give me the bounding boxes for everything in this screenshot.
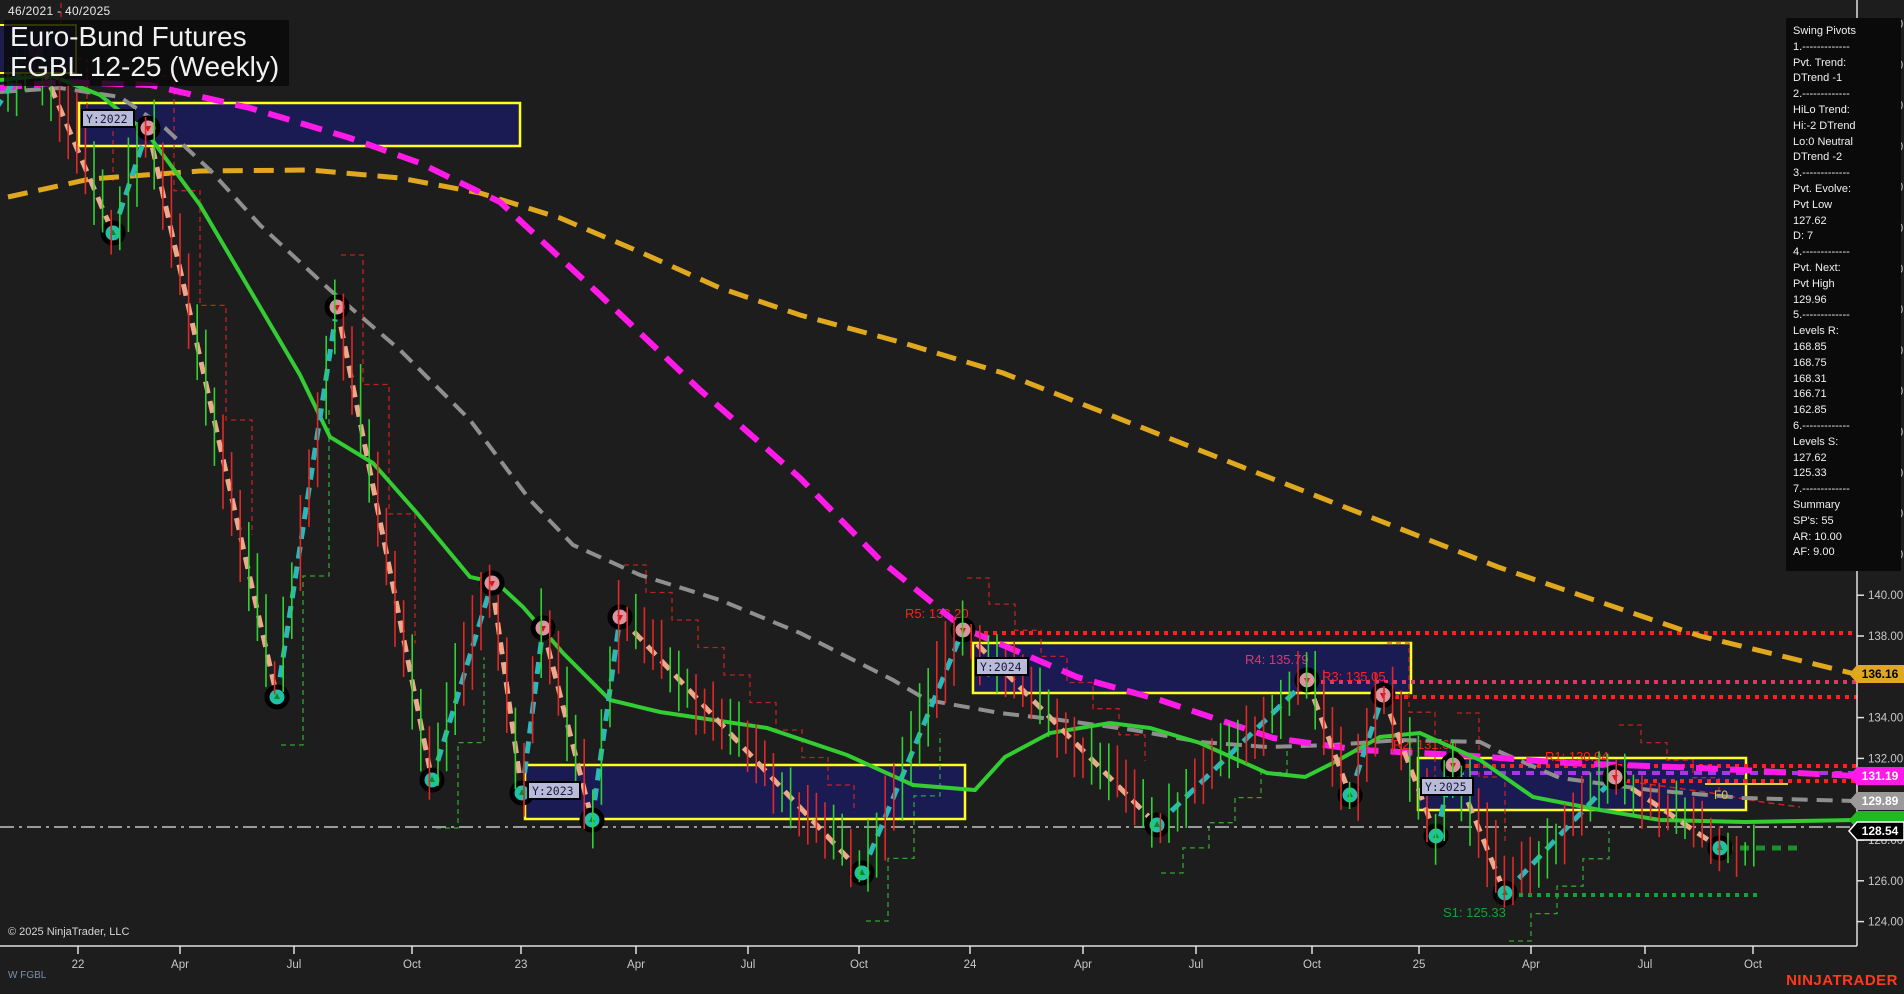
panel-line: Hi:-2 DTrend — [1793, 119, 1856, 132]
swing-down-segment — [1304, 679, 1353, 796]
panel-line: 166.71 — [1793, 388, 1827, 401]
panel-line: 5.------------- — [1793, 309, 1850, 322]
panel-line: 4.------------- — [1793, 246, 1850, 259]
time-tick-label: Jul — [287, 959, 302, 971]
contract-label: FGBL 12-25 (Weekly) — [10, 51, 280, 83]
instrument-title: Euro-Bund Futures FGBL 12-25 (Weekly) — [4, 20, 290, 87]
swing-up-segment — [274, 306, 340, 698]
panel-line: D: 7 — [1793, 230, 1814, 243]
panel-line: 6.------------- — [1793, 419, 1850, 432]
time-tick-label: 24 — [964, 959, 977, 971]
panel-line: 168.75 — [1793, 356, 1827, 369]
year-chip-label: Y:2025 — [1425, 780, 1467, 794]
time-tick-label: Apr — [627, 959, 645, 971]
copyright-label: © 2025 NinjaTrader, LLC — [8, 926, 130, 938]
chart-window: R5: 138.20 R4: 135.79 R3: 135.05 R2: 131.60… — [0, 0, 1904, 994]
time-tick-label: Jul — [1189, 959, 1204, 971]
time-tick-label: Apr — [171, 959, 189, 971]
time-tick-label: Jul — [1638, 959, 1653, 971]
time-tick-label: Jul — [741, 959, 756, 971]
panel-line: 162.85 — [1793, 404, 1827, 417]
price-tag-value: 128.54 — [1862, 824, 1899, 838]
panel-line: AR: 10.00 — [1793, 530, 1842, 543]
panel-line: 168.85 — [1793, 340, 1827, 353]
panel-line: Summary — [1793, 498, 1841, 511]
time-tick-label: Oct — [1744, 959, 1763, 971]
panel-line: 168.31 — [1793, 372, 1827, 385]
time-tick-label: Oct — [1303, 959, 1322, 971]
panel-line: 129.96 — [1793, 293, 1827, 306]
ninjatrader-watermark: NINJATRADER — [1786, 972, 1898, 989]
price-tick-label: 132.00 — [1868, 753, 1903, 765]
time-tick-label: 23 — [515, 959, 528, 971]
year-chip-label: Y:2024 — [980, 660, 1022, 674]
panel-line: Pvt. Evolve: — [1793, 182, 1852, 195]
panel-line: 1.------------- — [1793, 40, 1850, 53]
f0-label: F0 — [1714, 788, 1728, 802]
panel-line: DTrend -1 — [1793, 72, 1843, 85]
panel-line: SP's: 55 — [1793, 514, 1834, 527]
year-chip-label: Y:2023 — [532, 784, 574, 798]
year-chip-label: Y:2022 — [86, 112, 128, 126]
panel-line: Levels S: — [1793, 435, 1839, 448]
level-label: R4: 135.79 — [1245, 652, 1309, 667]
price-tag-value: 131.19 — [1862, 769, 1899, 783]
panel-line: Lo:0 Neutral — [1793, 135, 1853, 148]
swing-up-segment — [429, 582, 495, 781]
year-box — [971, 641, 1413, 695]
date-range-label: 46/2021 - 40/2025 — [8, 4, 111, 18]
stop-steps-green — [1509, 831, 1610, 942]
level-label: S1: 125.33 — [1443, 905, 1506, 920]
price-tick-label: 124.00 — [1868, 917, 1903, 929]
panel-line: 127.62 — [1793, 451, 1827, 464]
price-tick-label: 138.00 — [1868, 631, 1903, 643]
instrument-name: Euro-Bund Futures — [10, 21, 247, 52]
panel-line: DTrend -2 — [1793, 151, 1843, 164]
time-tick-label: Oct — [403, 959, 422, 971]
panel-line: Pvt. Next: — [1793, 261, 1841, 274]
data-series-label: W FGBL — [8, 970, 47, 981]
price-tick-label: 134.00 — [1868, 713, 1903, 725]
panel-line: 125.33 — [1793, 467, 1827, 480]
panel-line: 3.------------- — [1793, 167, 1850, 180]
panel-line: 7.------------- — [1793, 483, 1850, 496]
time-tick-label: Apr — [1522, 959, 1540, 971]
time-tick-label: 22 — [72, 959, 85, 971]
time-tick-label: Apr — [1074, 959, 1092, 971]
price-tag-value: 136.16 — [1862, 667, 1899, 681]
swing-up-segment — [1155, 678, 1309, 827]
panel-line: HiLo Trend: — [1793, 103, 1850, 116]
panel-line: Pvt. Trend: — [1793, 56, 1847, 69]
price-chart-canvas[interactable]: R5: 138.20R4: 135.79R3: 135.05R2: 131.60… — [0, 0, 1904, 994]
price-tick-label: 126.00 — [1868, 876, 1903, 888]
panel-line: Levels R: — [1793, 325, 1839, 338]
panel-line: AF: 9.00 — [1793, 546, 1835, 559]
stop-steps-green — [1161, 747, 1288, 874]
time-tick-label: 25 — [1413, 959, 1426, 971]
panel-line: Pvt Low — [1793, 198, 1833, 211]
panel-line: Swing Pivots — [1793, 25, 1856, 37]
price-tick-label: 140.00 — [1868, 590, 1903, 602]
panel-line: 2.------------- — [1793, 88, 1850, 101]
swing-pivots-panel: Swing Pivots 1.------------- Pvt. Trend: DT… — [1786, 18, 1901, 572]
panel-line: 127.62 — [1793, 214, 1827, 227]
panel-line: Pvt High — [1793, 277, 1835, 290]
price-tag-value: 129.89 — [1862, 794, 1899, 808]
time-tick-label: Oct — [850, 959, 869, 971]
